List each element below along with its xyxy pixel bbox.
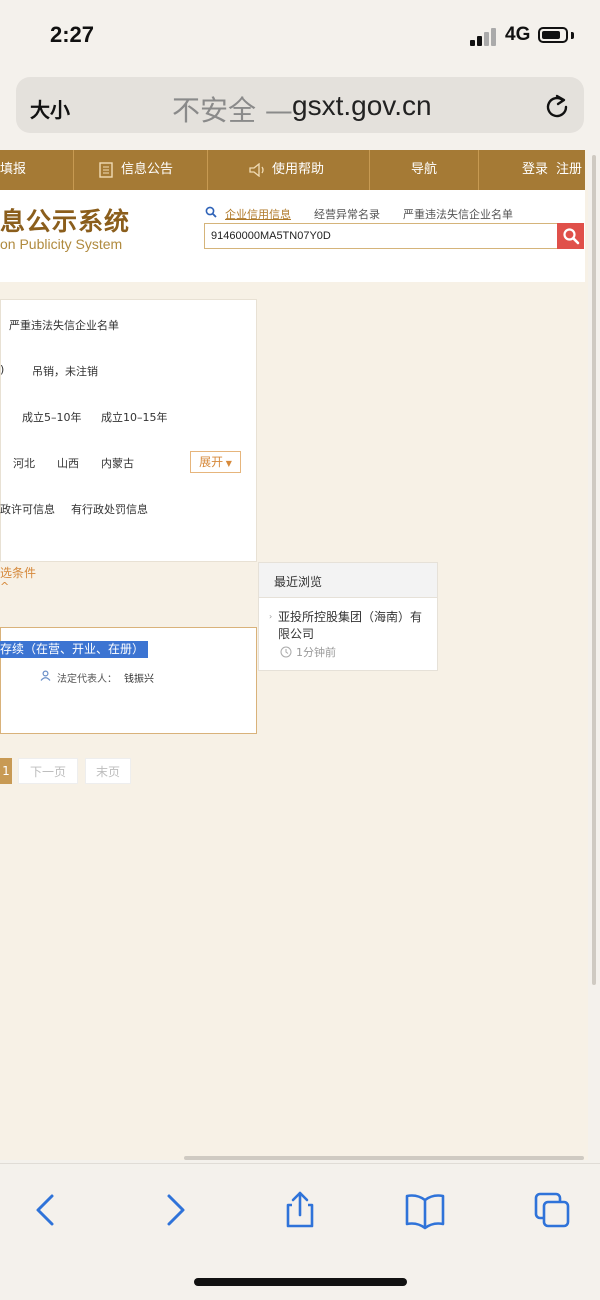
page-current[interactable]: 1	[0, 758, 12, 784]
filter-revoked[interactable]: 吊销，未注销	[32, 363, 98, 379]
document-icon	[99, 162, 113, 178]
bookmarks-icon[interactable]	[403, 1188, 447, 1232]
filter-region-hebei[interactable]: 河北	[13, 455, 35, 471]
last-page-button[interactable]: 末页	[85, 758, 131, 784]
recent-title: 最近浏览	[274, 575, 323, 589]
signal-strength-icon	[470, 28, 498, 46]
filter-status-partial[interactable]: )	[0, 363, 4, 376]
clock: 2:27	[50, 22, 95, 47]
search-tab-abnormal[interactable]: 经营异常名录	[314, 206, 380, 222]
person-icon	[40, 670, 51, 681]
search-icon	[205, 206, 217, 218]
nav-help[interactable]: 使用帮助	[272, 150, 324, 190]
security-label: 不安全 —	[172, 94, 293, 127]
legal-rep-value: 钱振兴	[124, 674, 154, 685]
share-icon[interactable]	[278, 1188, 322, 1232]
nav-login[interactable]: 登录	[522, 150, 548, 190]
page-scrollbar[interactable]	[592, 155, 596, 985]
recent-company-link[interactable]: 亚投所控股集团（海南）有限公司	[278, 609, 428, 643]
search-input[interactable]: 91460000MA5TN07Y0D	[204, 223, 558, 249]
forward-icon[interactable]	[153, 1188, 197, 1232]
caret-down-icon: ▼	[223, 459, 232, 468]
collapse-arrow-icon[interactable]: ^	[0, 580, 9, 593]
search-tab-credit[interactable]: 企业信用信息	[225, 206, 291, 222]
network-type: 4G	[505, 24, 531, 45]
tabs-icon[interactable]	[530, 1188, 574, 1232]
clear-filter-link[interactable]: 选条件	[0, 564, 36, 581]
home-indicator[interactable]	[194, 1278, 407, 1286]
clock-icon	[280, 646, 292, 658]
bullet-icon: ›	[269, 612, 273, 621]
filter-penalty-info[interactable]: 有行政处罚信息	[71, 501, 148, 517]
recent-time: 1分钟前	[296, 646, 336, 659]
battery-tip	[571, 32, 574, 39]
back-icon[interactable]	[24, 1188, 68, 1232]
legal-rep-label: 法定代表人：	[57, 674, 117, 685]
company-status: 存续（在营、开业、在册）	[0, 641, 149, 658]
filter-age-5-10[interactable]: 成立5–10年	[22, 409, 82, 425]
filter-license-info[interactable]: 政许可信息	[0, 501, 55, 517]
site-logo-title: 息公示系统	[0, 207, 131, 236]
search-tab-violation[interactable]: 严重违法失信企业名单	[403, 206, 513, 222]
reload-icon[interactable]	[542, 92, 572, 122]
filter-serious-violation[interactable]: 严重违法失信企业名单	[9, 317, 119, 333]
battery-icon	[538, 27, 568, 43]
nav-announcement[interactable]: 信息公告	[121, 150, 173, 190]
filter-age-10-15[interactable]: 成立10–15年	[101, 409, 168, 425]
expand-label: 展开	[199, 455, 224, 469]
nav-fill-report[interactable]: 填报	[0, 150, 26, 190]
speaker-icon	[249, 163, 264, 177]
site-logo-subtitle: on Publicity System	[0, 236, 123, 252]
nav-navigation[interactable]: 导航	[411, 150, 437, 190]
nav-register[interactable]: 注册	[556, 150, 582, 190]
search-icon	[563, 228, 580, 245]
expand-button[interactable]: 展开 ▼	[190, 451, 241, 473]
url-domain[interactable]: gsxt.gov.cn	[292, 90, 432, 122]
text-size-button[interactable]: 大小	[30, 94, 70, 123]
next-page-button[interactable]: 下一页	[18, 758, 78, 784]
filter-region-shanxi[interactable]: 山西	[57, 455, 79, 471]
filter-region-neimenggu[interactable]: 内蒙古	[101, 455, 134, 471]
horizontal-scrollbar[interactable]	[184, 1156, 584, 1160]
filter-panel	[0, 299, 257, 562]
search-button[interactable]	[557, 223, 584, 249]
